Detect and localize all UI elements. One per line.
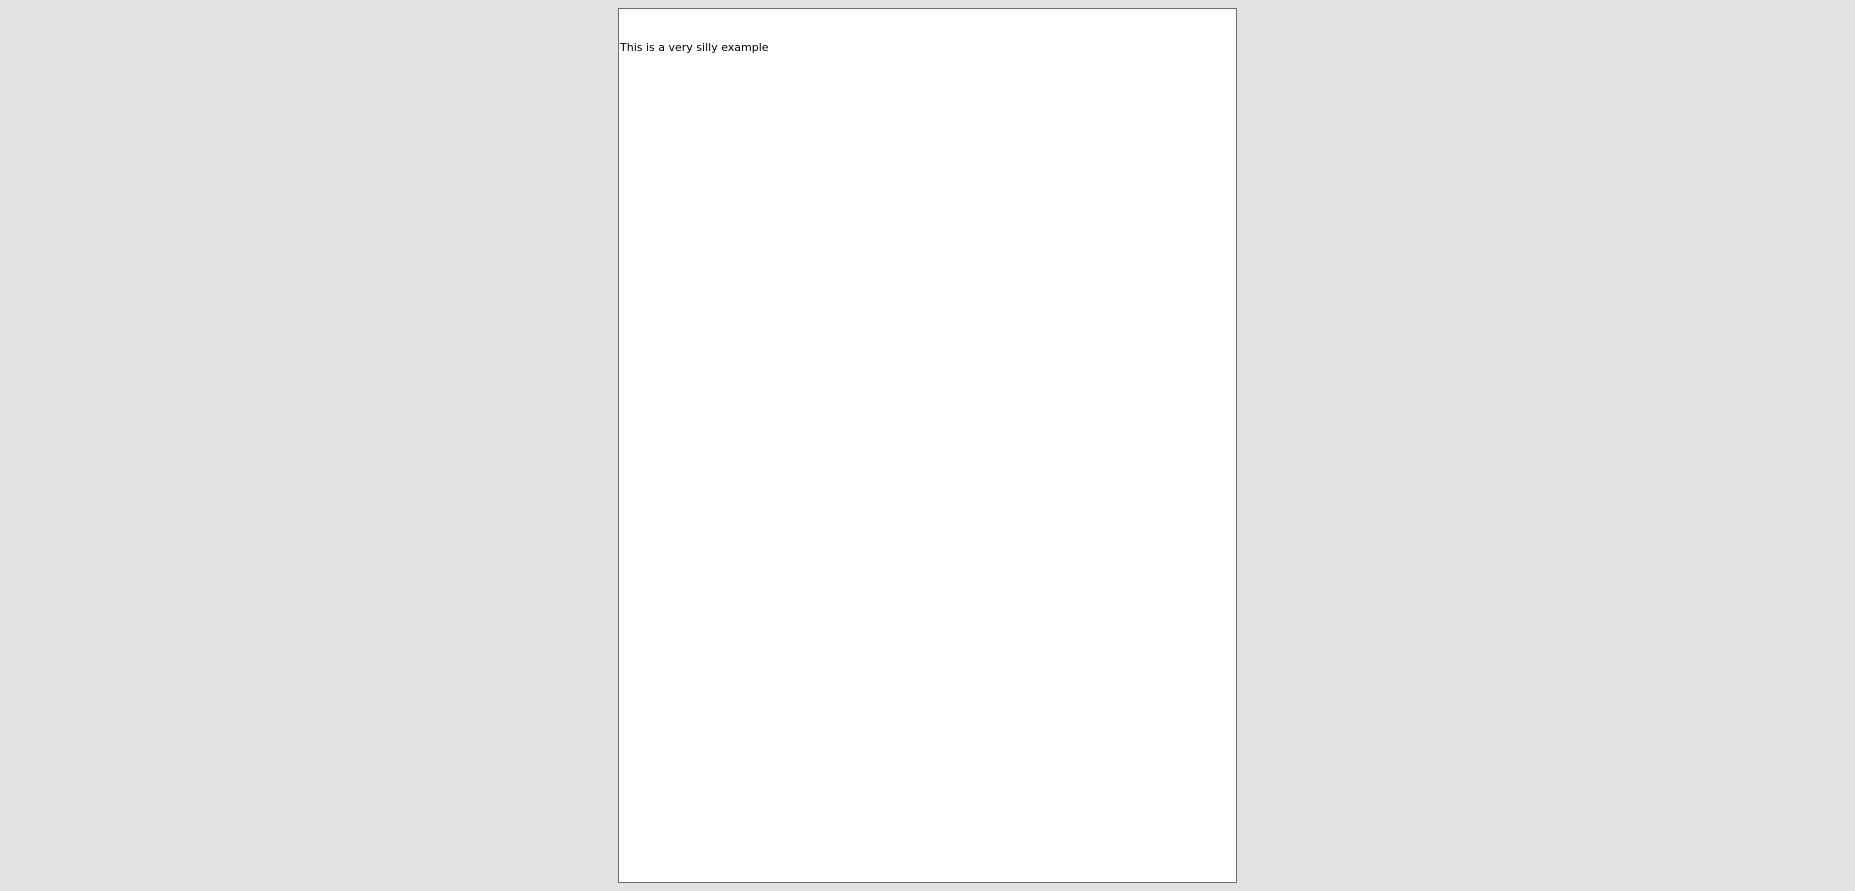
document-page: This is a very silly example xyxy=(618,8,1237,883)
page-text: This is a very silly example xyxy=(620,41,769,54)
document-viewer: This is a very silly example xyxy=(0,0,1855,891)
